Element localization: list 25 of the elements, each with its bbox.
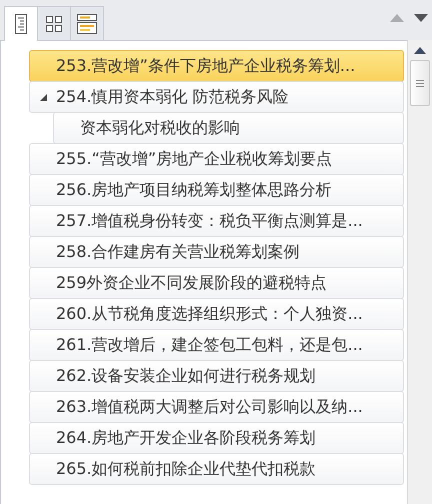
expanded-icon[interactable]: [40, 94, 47, 101]
tree-item[interactable]: 258.合作建房有关营业税筹划案例: [29, 236, 404, 268]
tree-item[interactable]: 261.营改增后，建企签包工包料，还是包...: [29, 329, 404, 361]
tree-item[interactable]: 253.营改增”条件下房地产企业税务筹划...: [29, 50, 404, 82]
scrollbar[interactable]: [407, 40, 432, 504]
tree-item[interactable]: 资本弱化对税收的影响: [53, 112, 404, 144]
tree-item[interactable]: 263.增值税两大调整后对公司影响以及纳...: [29, 391, 404, 423]
view-tab[interactable]: [70, 6, 104, 40]
grid-icon: [45, 14, 63, 32]
tree-item[interactable]: 259外资企业不同发展阶段的避税特点: [29, 267, 404, 299]
scroll-up-icon[interactable]: [414, 46, 426, 54]
tree-item[interactable]: 264.房地产开发企业各阶段税务筹划: [29, 422, 404, 454]
view-tab[interactable]: [37, 6, 71, 40]
grip-icon: [416, 80, 424, 86]
tree-item[interactable]: 254.慎用资本弱化 防范税务风险: [29, 81, 404, 113]
tree-item[interactable]: 256.房地产项目纳税筹划整体思路分析: [29, 174, 404, 206]
view-tab[interactable]: [4, 6, 38, 41]
down-arrow-icon[interactable]: [414, 14, 428, 22]
tree-item[interactable]: 255.“营改增”房地产企业税收筹划要点: [29, 143, 404, 175]
outline-icon: [15, 14, 27, 34]
tree-item[interactable]: 265.如何税前扣除企业代垫代扣税款: [29, 453, 404, 485]
slides-icon: [77, 14, 97, 34]
tree-item[interactable]: 262.设备安装企业如何进行税务规划: [29, 360, 404, 392]
tree-item[interactable]: 257.增值税身份转变：税负平衡点测算是...: [29, 205, 404, 237]
tree-item[interactable]: 260.从节税角度选择组织形式：个人独资...: [29, 298, 404, 330]
